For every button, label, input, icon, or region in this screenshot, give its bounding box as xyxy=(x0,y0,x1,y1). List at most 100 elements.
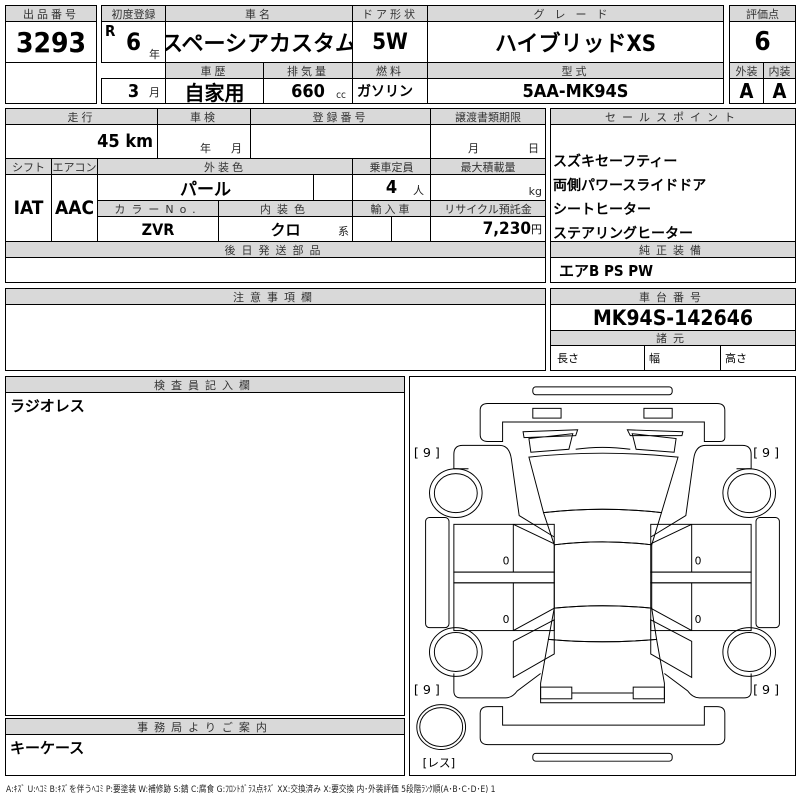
color-no: ZVR xyxy=(97,216,219,242)
fuel-label: 燃料 xyxy=(352,62,428,79)
score-label: 評価点 xyxy=(729,5,796,22)
taillight-left xyxy=(540,686,573,700)
door: 5W xyxy=(352,21,428,63)
headlight-left xyxy=(532,407,562,419)
grade: ハイブリッドXS xyxy=(427,21,724,63)
ext-score: A xyxy=(729,78,764,104)
quarter-panels xyxy=(512,619,693,679)
car-outline-icon: [ 9 ] [ 9 ] [ 9 ] [ 9 ] [レス] 0 0 0 0 xyxy=(414,386,780,770)
door-line xyxy=(512,523,555,573)
int-score-label: 内装 xyxy=(763,62,796,79)
pillar-right xyxy=(650,571,752,584)
equipment-label: 純正装備 xyxy=(550,241,796,258)
max-load: kg xyxy=(430,174,546,201)
taillight-right xyxy=(632,686,665,700)
month-unit: 月 xyxy=(149,86,160,99)
spec-label: 諸元 xyxy=(550,330,796,346)
capacity-unit: 人 xyxy=(413,184,424,197)
ext-color: パール xyxy=(97,174,314,201)
length-label: 長さ xyxy=(550,345,645,371)
car-name: スペーシアカスタム xyxy=(165,21,353,63)
int-color-label: 内装色 xyxy=(218,200,353,217)
history-label: 車歴 xyxy=(165,62,264,79)
sales-point: スズキセーフティー xyxy=(553,154,678,170)
side-skirt-right xyxy=(755,517,780,629)
max-load-unit: kg xyxy=(528,185,542,198)
windshield xyxy=(542,508,663,546)
office-label: 事務局よりご案内 xyxy=(5,718,405,735)
fuel: ガソリン xyxy=(352,78,428,104)
sales-points-label: セールスポイント xyxy=(550,108,796,125)
width-label: 幅 xyxy=(644,345,721,371)
first-reg-label: 初度登録 xyxy=(101,5,166,22)
inspection-label: 車検 xyxy=(157,108,251,125)
sales-point: シートヒーター xyxy=(553,202,651,218)
int-color-value: クロ xyxy=(270,220,301,239)
notes xyxy=(5,304,546,371)
pillar-left xyxy=(453,571,555,584)
damage-mark: 0 xyxy=(503,613,510,626)
capacity-label: 乗車定員 xyxy=(352,158,431,175)
capacity-value: 4 xyxy=(385,177,398,198)
mileage-unit: km xyxy=(125,131,153,152)
ac: AAC xyxy=(51,174,98,242)
model-label: 型式 xyxy=(427,62,724,79)
shift: IAT xyxy=(5,174,52,242)
ac-label: エアコン xyxy=(51,158,98,175)
damage-mark: 0 xyxy=(695,554,702,567)
equipment: エアB PS PW xyxy=(550,257,796,283)
sales-point: 両側パワースライドドア xyxy=(553,178,707,194)
lot-label: 出品番号 xyxy=(5,5,97,22)
tire-fr-label: [ 9 ] xyxy=(753,445,779,460)
grade-label: グレード xyxy=(427,5,724,22)
color-no-label: カラーNo. xyxy=(97,200,219,217)
month-value: 3 xyxy=(127,80,140,102)
mileage: 45 km xyxy=(5,124,158,159)
spare-label: [レス] xyxy=(423,756,456,770)
rear-bumper xyxy=(479,706,726,746)
headlight-right xyxy=(643,407,673,419)
reg-no xyxy=(250,124,431,159)
transfer-month-unit: 月 xyxy=(468,142,479,155)
capacity: 4 人 xyxy=(352,174,431,201)
reg-no-label: 登録番号 xyxy=(250,108,431,125)
score: 6 xyxy=(729,21,796,63)
import-b xyxy=(391,216,431,242)
side-skirt-left xyxy=(425,517,450,629)
displacement-value: 660 xyxy=(291,80,325,102)
front-bumper xyxy=(479,402,726,442)
transfer-label: 譲渡書類期限 xyxy=(430,108,546,125)
front-bumper-bar xyxy=(532,386,673,396)
year-value: 6 xyxy=(125,28,142,56)
damage-mark: 0 xyxy=(503,554,510,567)
import-label: 輸入車 xyxy=(352,200,431,217)
rear-bumper-bar xyxy=(532,752,673,762)
inspector-notes: ラジオレス xyxy=(5,392,405,716)
tire-fl-label: [ 9 ] xyxy=(414,445,440,460)
model: 5AA-MK94S xyxy=(427,78,724,104)
later-parts-label: 後日発送部品 xyxy=(5,241,546,258)
max-load-label: 最大積載量 xyxy=(430,158,546,175)
recycle-label: リサイクル預託金 xyxy=(430,200,546,217)
notes-label: 注意事項欄 xyxy=(5,288,546,305)
later-parts xyxy=(5,257,546,283)
displacement-unit: cc xyxy=(336,90,346,101)
car-name-label: 車名 xyxy=(165,5,353,22)
era: R xyxy=(105,22,116,40)
first-reg-month: 3 月 xyxy=(101,78,166,104)
tire-rl-label: [ 9 ] xyxy=(414,682,440,697)
recycle-unit: 円 xyxy=(531,223,542,236)
chassis-label: 車台番号 xyxy=(550,288,796,305)
rear-fenders xyxy=(453,673,752,699)
lot-blank xyxy=(5,62,97,104)
ext-score-label: 外装 xyxy=(729,62,764,79)
transfer: 月 日 xyxy=(430,124,546,159)
int-color: クロ 系 xyxy=(218,216,353,242)
height-label: 高さ xyxy=(720,345,796,371)
inspection-year-unit: 年 xyxy=(200,142,211,155)
inspection-month-unit: 月 xyxy=(231,142,242,155)
year-unit: 年 xyxy=(149,48,160,61)
damage-diagram: [ 9 ] [ 9 ] [ 9 ] [ 9 ] [レス] 0 0 0 0 xyxy=(409,376,796,776)
shift-label: シフト xyxy=(5,158,52,175)
displacement: 660 cc xyxy=(263,78,353,104)
